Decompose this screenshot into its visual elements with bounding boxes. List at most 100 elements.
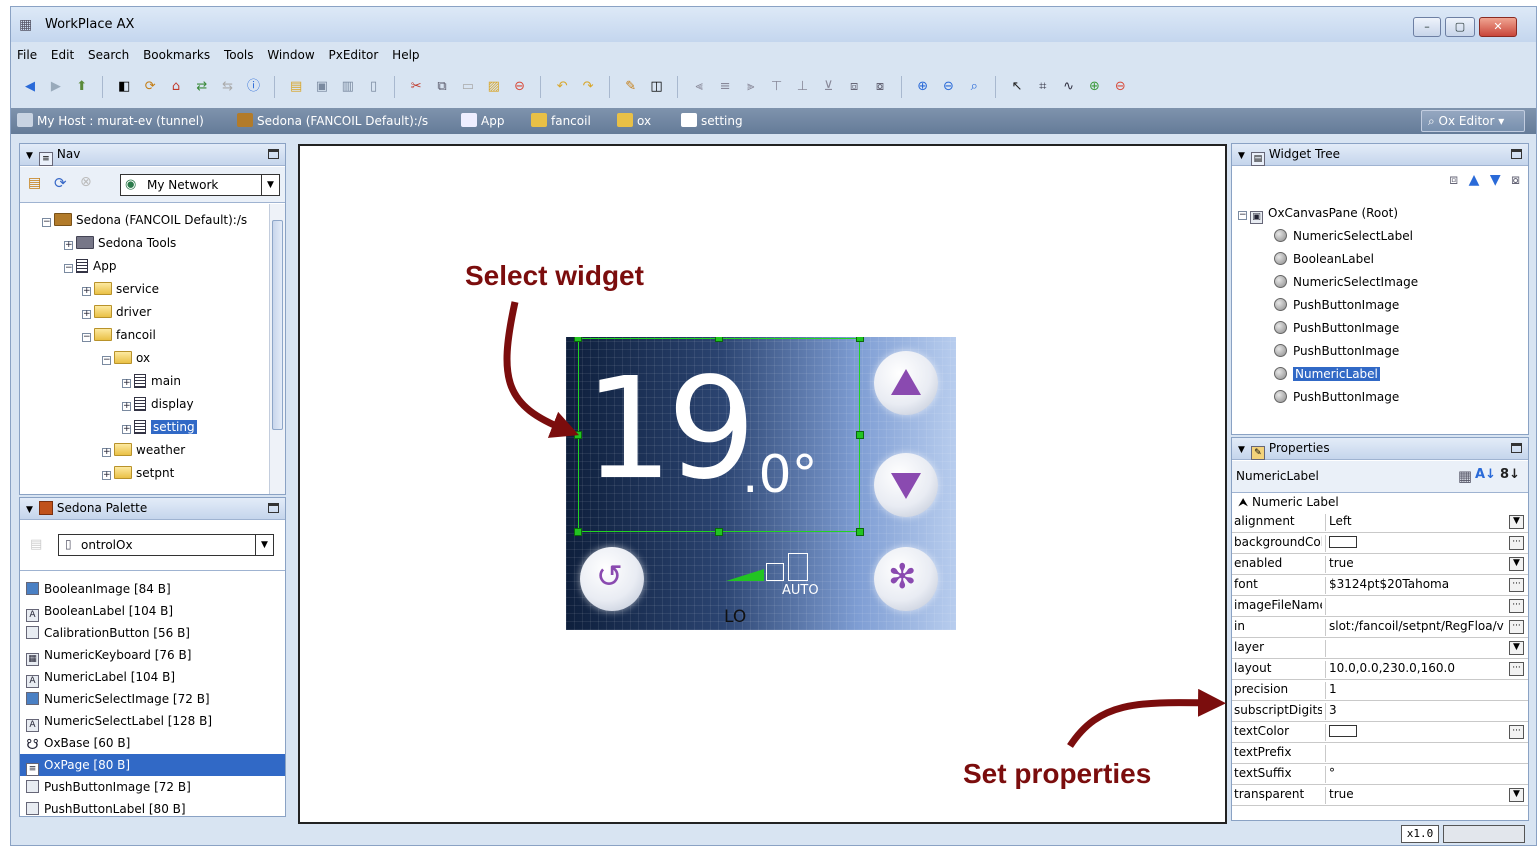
nav-scrollbar[interactable] <box>269 204 285 494</box>
breadcrumb-station[interactable]: Sedona (FANCOIL Default):/s <box>237 113 428 128</box>
align-middle-icon[interactable]: ⊥ <box>793 77 813 97</box>
align-bottom-icon[interactable]: ⊻ <box>818 77 838 97</box>
tree-node-station[interactable]: − Sedona (FANCOIL Default):/s <box>42 210 247 230</box>
maximize-panel-icon[interactable] <box>1511 443 1522 453</box>
align-center-icon[interactable]: ≡ <box>715 77 735 97</box>
menu-window[interactable]: Window <box>261 45 318 62</box>
property-row[interactable]: backgroundColor··· <box>1232 533 1528 554</box>
property-row[interactable]: in slot:/fancoil/setpnt/RegFloa/v ··· <box>1232 617 1528 638</box>
reset-button[interactable]: ↺ <box>580 547 644 611</box>
ellipsis-icon[interactable]: ··· <box>1509 599 1524 613</box>
ellipsis-icon[interactable]: ··· <box>1509 725 1524 739</box>
increase-button[interactable] <box>874 351 938 415</box>
background-color-value[interactable] <box>1325 535 1504 552</box>
collapse-icon[interactable]: ▼ <box>1238 445 1245 455</box>
property-sheet-icon[interactable]: ▦ <box>1458 467 1472 485</box>
property-row[interactable]: alignment Left ▼ <box>1232 512 1528 533</box>
widget-tree-item[interactable]: NumericSelectLabel <box>1274 225 1413 247</box>
menu-help[interactable]: Help <box>386 45 423 62</box>
resize-handle[interactable] <box>856 431 864 439</box>
widget-tree-item[interactable]: BooleanLabel <box>1274 248 1374 270</box>
property-row[interactable]: textSuffix ° <box>1232 764 1528 785</box>
fan-button[interactable]: ✻ <box>874 547 938 611</box>
tree-node-weather[interactable]: + weather <box>102 440 185 460</box>
path-icon[interactable]: ∿ <box>1059 77 1079 97</box>
info-icon[interactable]: ⓘ <box>243 77 263 97</box>
palette-item[interactable]: CalibrationButton [56 B] <box>20 622 285 644</box>
decrease-button[interactable] <box>874 453 938 517</box>
tree-node-fancoil[interactable]: − fancoil <box>82 325 156 345</box>
expand-toggle[interactable]: + <box>102 471 111 480</box>
property-row[interactable]: textColor ··· <box>1232 722 1528 743</box>
collapse-toggle[interactable]: − <box>82 333 91 342</box>
text-color-value[interactable] <box>1325 724 1504 741</box>
tree-node-sedona-tools[interactable]: + Sedona Tools <box>64 233 176 253</box>
add-icon[interactable]: ⊕ <box>1084 77 1104 97</box>
home-icon[interactable]: ⌂ <box>166 77 186 97</box>
close-button[interactable]: ✕ <box>1479 17 1517 37</box>
expand-toggle[interactable]: + <box>102 448 111 457</box>
breadcrumb-host[interactable]: My Host : murat-ev (tunnel) <box>17 113 204 128</box>
resize-handle[interactable] <box>715 337 723 342</box>
ellipsis-icon[interactable]: ··· <box>1509 662 1524 676</box>
tree-node-main[interactable]: + main <box>122 371 181 391</box>
widget-tree-item[interactable]: PushButtonImage <box>1274 340 1399 362</box>
property-row[interactable]: layout 10.0,0.0,230.0,160.0 ··· <box>1232 659 1528 680</box>
expand-toggle[interactable]: + <box>122 402 131 411</box>
bring-front-icon[interactable]: ⧈ <box>1449 172 1458 188</box>
property-row[interactable]: subscriptDigits 3 <box>1232 701 1528 722</box>
property-row[interactable]: font $3124pt$20Tahoma ··· <box>1232 575 1528 596</box>
save-all-icon[interactable]: ▥ <box>338 77 358 97</box>
sync-icon[interactable]: ⇄ <box>192 77 212 97</box>
align-right-icon[interactable]: ⫸ <box>741 77 761 97</box>
widget-tree-item[interactable]: PushButtonImage <box>1274 317 1399 339</box>
network-select[interactable]: ◉ My Network ▼ <box>120 174 280 196</box>
back-icon[interactable]: ◀ <box>20 77 40 97</box>
property-row[interactable]: transparent true ▼ <box>1232 785 1528 806</box>
tree-node-display[interactable]: + display <box>122 394 194 414</box>
chevron-down-icon[interactable]: ▼ <box>255 535 273 555</box>
zoom-icon[interactable]: ⌕ <box>964 77 984 97</box>
tree-node-service[interactable]: + service <box>82 279 159 299</box>
delete-icon[interactable]: ⊖ <box>510 77 530 97</box>
property-row[interactable]: textPrefix <box>1232 743 1528 764</box>
new-nav-icon[interactable]: ▤ <box>28 175 41 191</box>
tree-node-setpnt[interactable]: + setpnt <box>102 463 174 483</box>
collapse-icon[interactable]: ▼ <box>1238 151 1245 161</box>
zoom-out-icon[interactable]: ⊖ <box>938 77 958 97</box>
dropdown-icon[interactable]: ▼ <box>1509 788 1524 802</box>
palette-item[interactable]: NumericSelectImage [72 B] <box>20 688 285 710</box>
up-level-icon[interactable]: ⬆ <box>72 77 92 97</box>
collapse-icon[interactable]: ▼ <box>26 151 33 161</box>
widget-tree-item[interactable]: PushButtonImage <box>1274 386 1399 408</box>
palette-item[interactable]: PushButtonLabel [80 B] <box>20 798 285 820</box>
breadcrumb-app[interactable]: App <box>461 113 504 128</box>
sort-az-icon[interactable]: A↓ <box>1475 467 1496 482</box>
widget-tree-root[interactable]: − ▣ OxCanvasPane (Root) <box>1238 202 1398 224</box>
palette-item-selected[interactable]: ≡ OxPage [80 B] <box>20 754 285 776</box>
collapse-icon[interactable]: ▼ <box>26 505 33 515</box>
stop-icon[interactable]: ⊗ <box>80 174 92 190</box>
pointer-icon[interactable]: ↖ <box>1007 77 1027 97</box>
maximize-panel-icon[interactable] <box>268 503 279 513</box>
expand-toggle[interactable]: + <box>82 287 91 296</box>
collapse-toggle[interactable]: − <box>42 218 51 227</box>
layout-icon[interactable]: ◫ <box>647 77 667 97</box>
align-left-icon[interactable]: ⫷ <box>689 77 709 97</box>
ellipsis-icon[interactable]: ··· <box>1509 620 1524 634</box>
palette-item[interactable]: A NumericSelectLabel [128 B] <box>20 710 285 732</box>
expand-toggle[interactable]: + <box>122 425 131 434</box>
dropdown-icon[interactable]: ▼ <box>1509 557 1524 571</box>
resize-handle[interactable] <box>574 528 582 536</box>
open-folder-icon[interactable]: ▤ <box>286 77 306 97</box>
chevron-down-icon[interactable]: ▼ <box>261 175 279 195</box>
expand-toggle[interactable]: + <box>64 241 73 250</box>
palette-item[interactable]: A BooleanLabel [104 B] <box>20 600 285 622</box>
property-row[interactable]: layer ▼ <box>1232 638 1528 659</box>
palette-item[interactable]: ☋ OxBase [60 B] <box>20 732 285 754</box>
forward-icon[interactable]: ▶ <box>46 77 66 97</box>
palette-item[interactable]: ▦ NumericKeyboard [76 B] <box>20 644 285 666</box>
sync-nav-icon[interactable]: ⟳ <box>54 174 67 192</box>
menu-pxeditor[interactable]: PxEditor <box>322 45 382 62</box>
bring-front-icon[interactable]: ⧈ <box>844 77 864 97</box>
